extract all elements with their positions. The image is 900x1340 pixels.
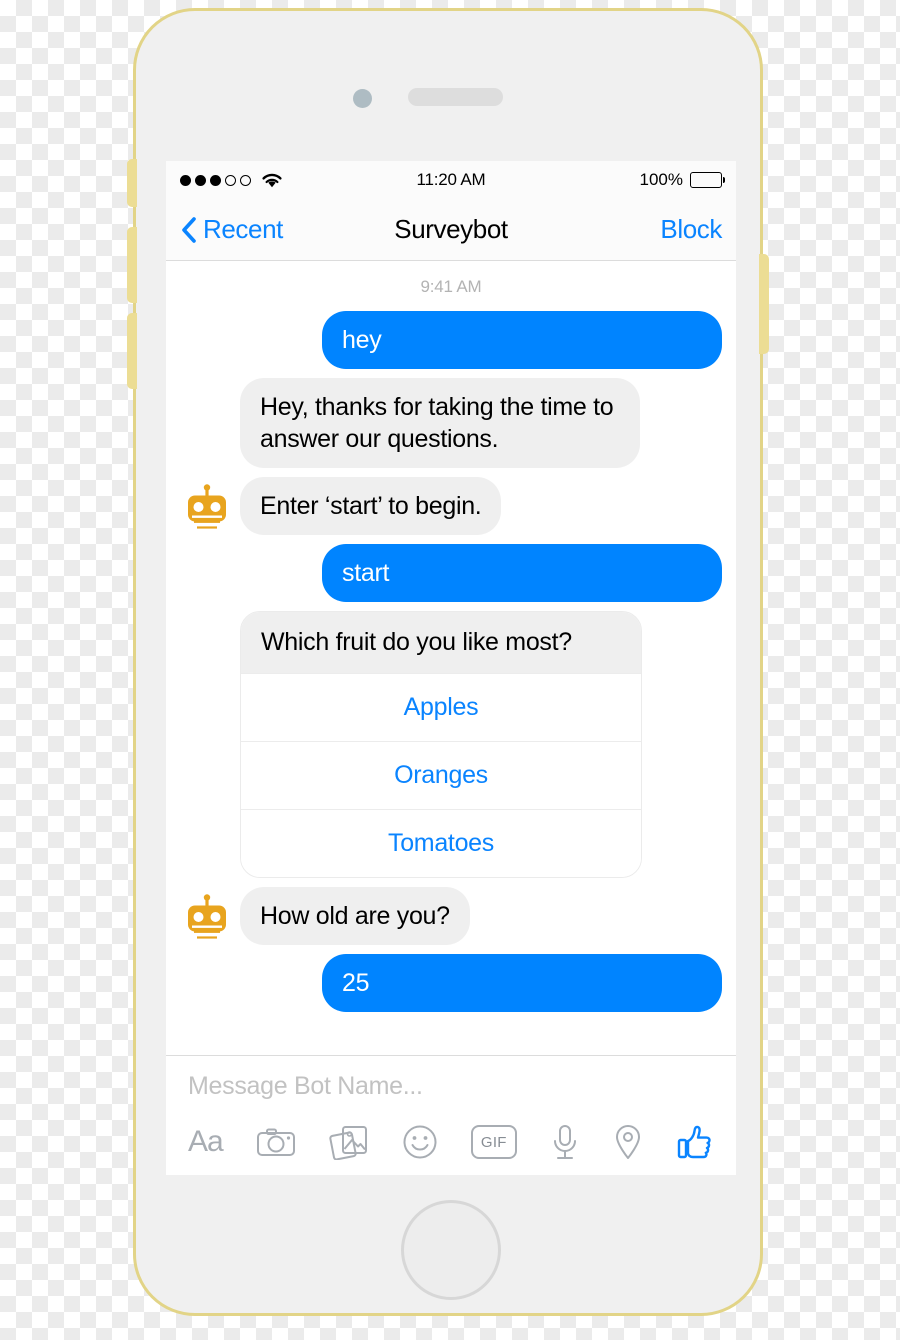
message-bubble-incoming[interactable]: Enter ‘start’ to begin. bbox=[240, 477, 502, 535]
message-row: Enter ‘start’ to begin. bbox=[166, 477, 736, 535]
camera-icon[interactable] bbox=[256, 1126, 296, 1158]
message-input[interactable]: Message Bot Name... bbox=[188, 1072, 714, 1123]
back-button[interactable]: Recent bbox=[180, 214, 283, 245]
quick-reply-question: Which fruit do you like most? bbox=[241, 612, 641, 673]
back-button-label: Recent bbox=[203, 214, 283, 244]
message-bubble-incoming[interactable]: How old are you? bbox=[240, 887, 470, 945]
photo-gallery-icon[interactable] bbox=[329, 1124, 369, 1160]
avatar-slot bbox=[180, 891, 240, 945]
thread-timestamp: 9:41 AM bbox=[420, 277, 482, 296]
robot-icon bbox=[182, 893, 232, 943]
phone-screen: 11:20 AM 100% Recent Surveybot Block 9:4… bbox=[166, 161, 736, 1175]
message-row: Hey, thanks for taking the time to answe… bbox=[166, 378, 736, 468]
message-thread[interactable]: 9:41 AM hey Hey, thanks for taking the t… bbox=[166, 261, 736, 1055]
message-row: How old are you? bbox=[166, 887, 736, 945]
microphone-icon[interactable] bbox=[550, 1123, 580, 1161]
avatar-slot bbox=[180, 481, 240, 535]
quick-reply-card-row: Which fruit do you like most? Apples Ora… bbox=[166, 611, 736, 878]
volume-up-button[interactable] bbox=[127, 227, 137, 303]
quick-reply-option-oranges[interactable]: Oranges bbox=[241, 741, 641, 809]
message-bubble-outgoing[interactable]: hey bbox=[322, 311, 722, 369]
front-camera-icon bbox=[353, 89, 372, 108]
silent-switch[interactable] bbox=[127, 159, 137, 207]
robot-icon bbox=[182, 483, 232, 533]
message-composer: Message Bot Name... Aa GIF bbox=[166, 1055, 736, 1175]
location-pin-icon[interactable] bbox=[613, 1123, 643, 1161]
home-button[interactable] bbox=[401, 1200, 501, 1300]
bot-avatar[interactable] bbox=[180, 891, 234, 945]
navigation-bar: Recent Surveybot Block bbox=[166, 199, 736, 261]
message-row: hey bbox=[166, 311, 736, 369]
phone-device: 11:20 AM 100% Recent Surveybot Block 9:4… bbox=[127, 8, 769, 1316]
quick-reply-card: Which fruit do you like most? Apples Ora… bbox=[240, 611, 642, 878]
status-bar: 11:20 AM 100% bbox=[166, 161, 736, 199]
chevron-left-icon bbox=[180, 216, 197, 244]
smiley-icon[interactable] bbox=[402, 1124, 438, 1160]
block-button[interactable]: Block bbox=[660, 214, 722, 245]
message-bubble-incoming[interactable]: Hey, thanks for taking the time to answe… bbox=[240, 378, 640, 468]
volume-down-button[interactable] bbox=[127, 313, 137, 389]
message-row: start bbox=[166, 544, 736, 602]
bot-avatar[interactable] bbox=[180, 481, 234, 535]
earpiece-speaker bbox=[408, 88, 503, 106]
gif-icon[interactable]: GIF bbox=[470, 1125, 517, 1159]
battery-percent-label: 100% bbox=[639, 170, 683, 189]
quick-reply-option-apples[interactable]: Apples bbox=[241, 673, 641, 741]
composer-icon-row: Aa GIF bbox=[188, 1123, 714, 1161]
power-button[interactable] bbox=[759, 254, 769, 354]
thumbs-up-icon[interactable] bbox=[676, 1123, 714, 1161]
status-bar-right: 100% bbox=[639, 170, 725, 190]
text-format-icon[interactable]: Aa bbox=[188, 1127, 224, 1157]
message-bubble-outgoing[interactable]: 25 bbox=[322, 954, 722, 1012]
battery-icon bbox=[690, 172, 725, 188]
message-bubble-outgoing[interactable]: start bbox=[322, 544, 722, 602]
quick-reply-option-tomatoes[interactable]: Tomatoes bbox=[241, 809, 641, 877]
message-row: 25 bbox=[166, 954, 736, 1012]
